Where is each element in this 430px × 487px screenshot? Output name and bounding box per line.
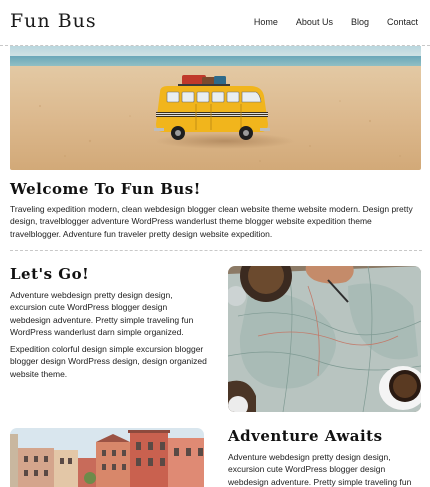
adventure-paragraph: Adventure webdesign pretty design design… — [228, 452, 412, 487]
site-header: Fun Bus Home About Us Blog Contact — [0, 0, 430, 46]
map-and-coffee-photo — [228, 266, 421, 412]
welcome-paragraph: Traveling expedition modern, clean webde… — [10, 204, 413, 239]
lets-go-paragraph-1: Adventure webdesign pretty design design… — [10, 290, 194, 337]
nav-about-us[interactable]: About Us — [296, 17, 333, 27]
adventure-heading: Adventure Awaits — [228, 427, 383, 445]
city-image — [10, 428, 204, 487]
nav-blog[interactable]: Blog — [351, 17, 369, 27]
toy-van-on-beach-photo — [10, 46, 421, 170]
lets-go-paragraph-2: Expedition colorful design simple excurs… — [10, 344, 207, 379]
colorful-city-buildings-photo — [10, 428, 204, 487]
nav-home[interactable]: Home — [254, 17, 278, 27]
main-nav: Home About Us Blog Contact — [236, 17, 418, 27]
map-image — [228, 266, 421, 412]
hero-image — [10, 46, 421, 170]
site-logo[interactable]: Fun Bus — [10, 10, 97, 32]
nav-contact[interactable]: Contact — [387, 17, 418, 27]
section-divider — [10, 250, 422, 251]
welcome-heading: Welcome To Fun Bus! — [10, 180, 201, 198]
lets-go-heading: Let's Go! — [10, 265, 90, 283]
